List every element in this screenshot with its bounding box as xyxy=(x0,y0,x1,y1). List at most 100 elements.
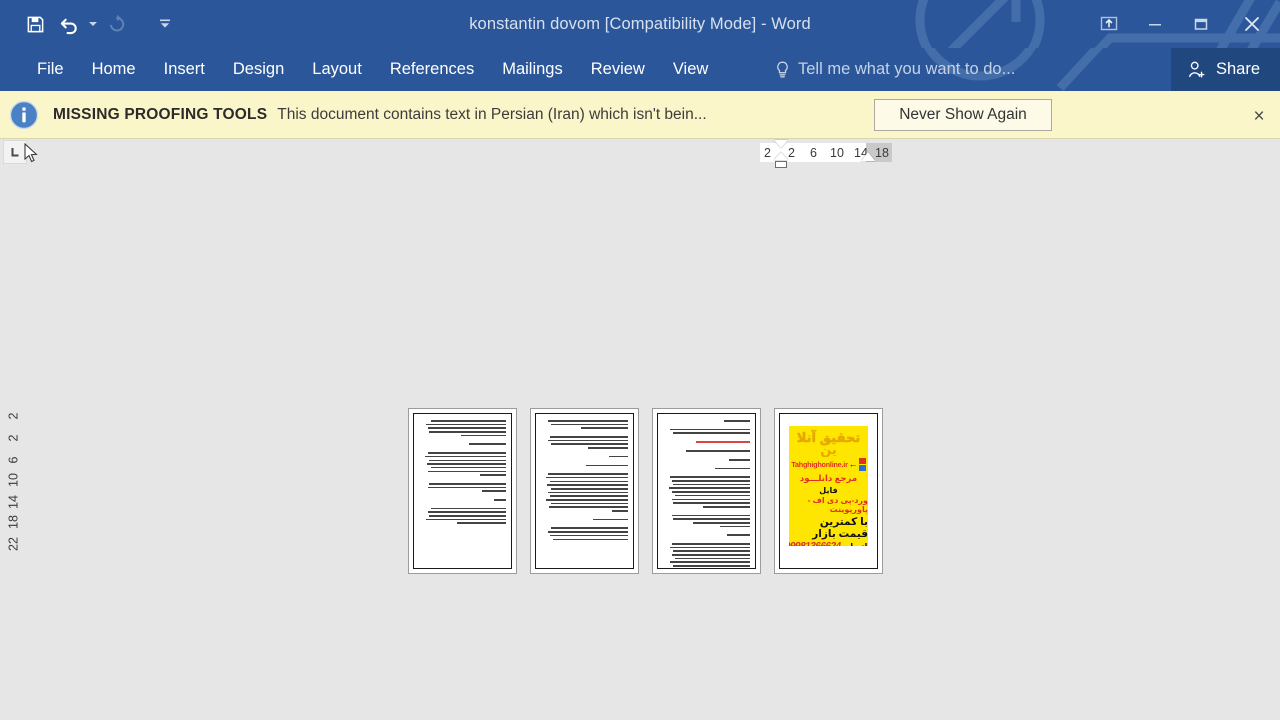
horizontal-ruler[interactable] xyxy=(0,139,1280,167)
tab-stop-selector[interactable] xyxy=(3,140,27,164)
ad-line-2: فایل xyxy=(819,486,837,495)
tab-layout[interactable]: Layout xyxy=(298,48,376,91)
tab-references[interactable]: References xyxy=(376,48,488,91)
text-line xyxy=(428,487,506,489)
word-icon xyxy=(859,465,866,471)
tell-me-placeholder: Tell me what you want to do... xyxy=(798,60,1015,79)
document-page-2[interactable] xyxy=(530,408,639,574)
text-line xyxy=(675,558,750,560)
text-line xyxy=(673,484,750,486)
close-button[interactable] xyxy=(1224,0,1280,48)
redo-arrow-icon xyxy=(107,14,127,34)
text-line xyxy=(715,468,750,470)
text-line xyxy=(429,515,506,517)
text-line xyxy=(672,499,750,501)
tab-home[interactable]: Home xyxy=(78,48,150,91)
ribbon-display-options-button[interactable] xyxy=(1086,0,1132,48)
text-line xyxy=(546,499,628,501)
right-indent-marker[interactable] xyxy=(861,152,875,161)
undo-arrow-icon xyxy=(59,14,80,35)
left-indent-marker[interactable] xyxy=(775,161,787,168)
close-icon xyxy=(1241,13,1263,35)
text-line xyxy=(550,535,628,537)
never-show-again-button[interactable]: Never Show Again xyxy=(874,99,1052,131)
advertisement-box: تحقیق آنلا ین Tahghighonline.ir ← مرجع د… xyxy=(789,426,868,546)
text-line xyxy=(581,427,628,429)
document-canvas[interactable]: تحقیق آنلا ین Tahghighonline.ir ← مرجع د… xyxy=(0,167,1280,720)
tab-review[interactable]: Review xyxy=(577,48,659,91)
undo-button[interactable] xyxy=(52,7,86,41)
document-page-1[interactable] xyxy=(408,408,517,574)
ribbon-tab-strip: File Home Insert Design Layout Reference… xyxy=(0,48,1280,91)
text-line xyxy=(588,447,628,449)
customize-qat-button[interactable] xyxy=(158,7,172,41)
text-line xyxy=(426,424,506,426)
text-line xyxy=(672,543,750,545)
info-circle-icon xyxy=(9,100,39,130)
text-line xyxy=(428,471,506,473)
text-line xyxy=(550,495,628,497)
text-line xyxy=(548,440,628,442)
text-line xyxy=(593,519,628,521)
restore-icon xyxy=(1191,14,1211,34)
minimize-button[interactable] xyxy=(1132,0,1178,48)
text-line xyxy=(426,519,506,521)
text-line xyxy=(550,481,628,483)
share-label: Share xyxy=(1216,60,1260,79)
text-line xyxy=(724,420,750,422)
ad-url-row: Tahghighonline.ir ← xyxy=(791,458,865,471)
text-line xyxy=(547,484,628,486)
ribbon-tabs: File Home Insert Design Layout Reference… xyxy=(0,48,722,91)
text-line xyxy=(550,436,628,438)
document-page-4[interactable]: تحقیق آنلا ین Tahghighonline.ir ← مرجع د… xyxy=(774,408,883,574)
page-3-content xyxy=(657,413,756,569)
document-title-text: konstantin dovom [Compatibility Mode] - … xyxy=(469,15,811,34)
text-line xyxy=(431,467,506,469)
text-line xyxy=(494,499,506,501)
text-line xyxy=(428,452,506,454)
text-line xyxy=(727,534,750,536)
hanging-indent-marker[interactable] xyxy=(774,152,788,160)
page-2-content xyxy=(535,413,634,569)
ad-line-4: با کمترین قیمت بازار xyxy=(789,516,868,540)
pdf-icon xyxy=(859,458,866,464)
tab-file[interactable]: File xyxy=(23,48,78,91)
text-line xyxy=(429,483,506,485)
text-line xyxy=(670,547,750,549)
person-add-icon xyxy=(1187,60,1207,80)
restore-button[interactable] xyxy=(1178,0,1224,48)
share-button[interactable]: Share xyxy=(1171,48,1280,91)
tab-mailings[interactable]: Mailings xyxy=(488,48,577,91)
first-line-indent-marker[interactable] xyxy=(774,140,788,148)
text-line xyxy=(425,456,506,458)
document-page-3[interactable] xyxy=(652,408,761,574)
text-line xyxy=(673,502,750,504)
text-line xyxy=(672,491,750,493)
text-line xyxy=(548,531,628,533)
ad-line-3: ورد-پی دی اف - پاورپوینت xyxy=(789,496,868,514)
ribbon-display-options-icon xyxy=(1099,14,1119,34)
tab-insert[interactable]: Insert xyxy=(150,48,219,91)
tell-me-search[interactable]: Tell me what you want to do... xyxy=(775,48,1015,91)
text-line xyxy=(482,490,506,492)
text-line xyxy=(431,420,506,422)
notification-close-button[interactable]: × xyxy=(1246,103,1272,129)
save-button[interactable] xyxy=(18,7,52,41)
notification-title: MISSING PROOFING TOOLS xyxy=(53,106,267,124)
text-line xyxy=(427,463,506,465)
minimize-icon xyxy=(1145,14,1165,34)
text-line xyxy=(673,565,750,567)
text-line xyxy=(469,443,506,445)
page-1-content xyxy=(413,413,512,569)
redo-button[interactable] xyxy=(100,7,134,41)
text-line xyxy=(669,487,750,489)
ad-phone-number: 09981366624 xyxy=(789,541,841,546)
undo-dropdown-button[interactable] xyxy=(86,7,100,41)
chevron-down-icon xyxy=(89,22,97,26)
text-line xyxy=(720,526,750,528)
text-line xyxy=(670,476,750,478)
tab-view[interactable]: View xyxy=(659,48,722,91)
tab-design[interactable]: Design xyxy=(219,48,298,91)
text-line xyxy=(548,473,628,475)
text-line xyxy=(431,508,506,510)
